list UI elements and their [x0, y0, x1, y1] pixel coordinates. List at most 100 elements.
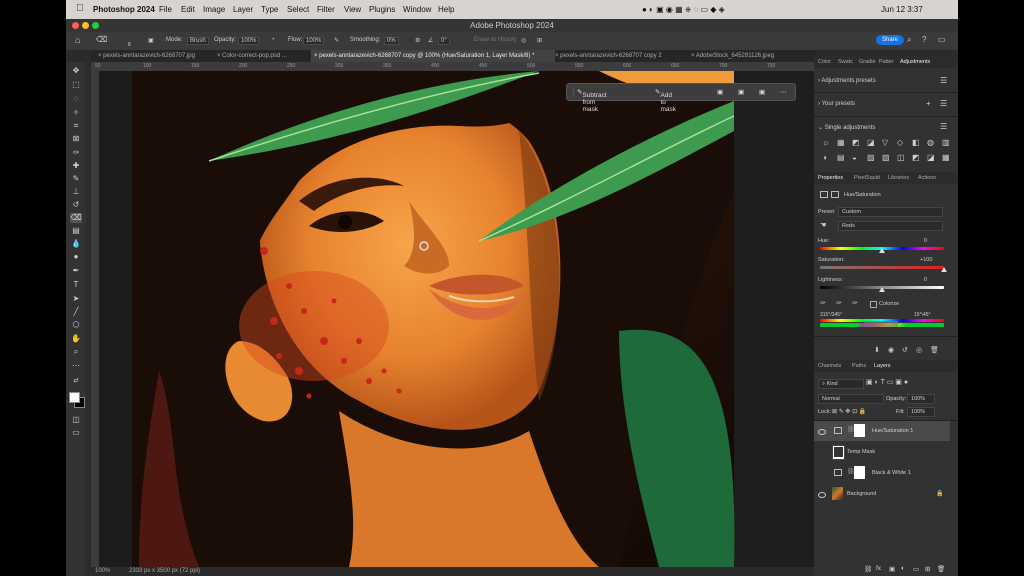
quick-select-tool-icon[interactable]: ✧ [70, 108, 82, 118]
tab-paths[interactable]: Paths [852, 363, 866, 369]
layer-mask-thumbnail[interactable] [854, 466, 865, 479]
smoothing-field[interactable]: 0% [384, 37, 399, 45]
tab-patterns[interactable]: Patter [879, 59, 894, 65]
visibility-icon[interactable]: ◎ [916, 346, 922, 354]
tab-doc-2[interactable]: × Color-correct-pop.psd ... [214, 50, 314, 62]
eyedropper-subtract-icon[interactable]: ✑ [852, 299, 858, 307]
eyedropper-icon[interactable]: ✑ [820, 299, 826, 307]
reset-icon[interactable]: ↺ [902, 346, 908, 354]
adjustments-presets-row[interactable]: › Adjustments presets [818, 78, 876, 84]
zoom-tool-icon[interactable]: ⌕ [70, 347, 82, 357]
mask-option-2-icon[interactable]: ▣ [738, 88, 744, 96]
lasso-tool-icon[interactable]: ◌ [70, 94, 82, 104]
adjustment-preset-icon[interactable]: ▨ [867, 153, 875, 162]
pressure-opacity-icon[interactable]: ◔ [271, 37, 275, 43]
list-view-icon-3[interactable]: ☰ [940, 122, 947, 131]
add-mask-icon[interactable]: ▣ [889, 565, 895, 573]
tab-color[interactable]: Color [818, 59, 831, 65]
shape-tool-icon[interactable]: ⬠ [70, 320, 82, 330]
delete-icon[interactable]: 🗑 [930, 346, 939, 354]
erase-to-history-checkbox[interactable]: Erase to History [474, 37, 517, 43]
document-size[interactable]: 2333 px x 3500 px (72 ppi) [129, 568, 200, 574]
angle-field[interactable]: 0° [438, 37, 450, 45]
more-options-icon[interactable]: ⋯ [780, 88, 787, 96]
frame-tool-icon[interactable]: ⊠ [70, 134, 82, 144]
tab-swatches[interactable]: Swatc [838, 59, 853, 65]
menu-window[interactable]: Window [403, 5, 431, 14]
adjustment-preset-icon[interactable]: ▽ [882, 138, 888, 147]
range-selector[interactable] [864, 321, 898, 327]
adjustment-preset-icon[interactable]: ▧ [882, 153, 890, 162]
apple-icon[interactable]:  [76, 3, 84, 14]
tab-actions[interactable]: Actions [918, 175, 936, 181]
move-tool-icon[interactable]: ✥ [70, 66, 82, 76]
lock-icon[interactable]: 🔒 [936, 490, 943, 497]
saturation-slider[interactable] [820, 266, 944, 269]
hand-tool-icon[interactable]: ✋ [70, 334, 82, 344]
line-tool-icon[interactable]: ╱ [70, 307, 82, 317]
foreground-color-swatch[interactable] [69, 392, 80, 403]
mask-icon[interactable] [831, 191, 839, 198]
tab-doc-5[interactable]: × AdobeStock_645281126.jpeg [688, 50, 814, 62]
adjustment-preset-icon[interactable]: ◒ [852, 153, 857, 162]
marquee-tool-icon[interactable]: ⬚ [70, 80, 82, 90]
eye-icon[interactable] [818, 492, 826, 498]
new-adjustment-icon[interactable]: ◐ [901, 565, 905, 572]
adjustment-preset-icon[interactable]: ▦ [837, 138, 845, 147]
layer-filter-icons[interactable]: ▣ ◐ T ▭ ▣ ● [866, 378, 908, 386]
colorize-checkbox[interactable] [870, 301, 877, 308]
layer-row-temp-mask[interactable]: Temp Mask [814, 442, 950, 462]
blur-tool-icon[interactable]: 💧 [70, 239, 82, 249]
tab-doc-1[interactable]: × pexels-anntarazevich-6268707.jpg [95, 50, 217, 62]
symmetry-icon[interactable]: ⊞ [537, 37, 542, 44]
layer-name[interactable]: Temp Mask [847, 449, 875, 455]
quick-mask-icon[interactable]: ◫ [70, 415, 82, 425]
adjustment-preset-icon[interactable]: ◩ [912, 153, 920, 162]
layer-row-black-white[interactable]: ⛓ Black & White 1 [814, 463, 950, 483]
fx-icon[interactable]: fx [876, 565, 881, 572]
tab-doc-3-active[interactable]: × pexels-anntarazevich-6268707 copy @ 10… [311, 50, 555, 62]
tab-libraries[interactable]: Libraries [888, 175, 909, 181]
zoom-level[interactable]: 100% [95, 568, 110, 574]
eraser-tool-preset-icon[interactable]: ⌫ [96, 35, 107, 44]
layer-fill-field[interactable]: 100% [907, 407, 935, 417]
canvas-area[interactable] [99, 71, 816, 567]
layer-name[interactable]: Black & White 1 [872, 470, 911, 476]
edit-toolbar-icon[interactable]: ⋯ [70, 361, 82, 371]
view-previous-icon[interactable]: ◉ [888, 346, 894, 354]
layer-name[interactable]: Background [847, 491, 876, 497]
gradient-tool-icon[interactable]: ▤ [70, 226, 82, 236]
mask-option-1-icon[interactable]: ▣ [717, 88, 723, 96]
menu-edit[interactable]: Edit [181, 5, 195, 14]
mode-select[interactable]: Brush [187, 37, 209, 45]
channel-dropdown[interactable]: Reds [838, 221, 943, 231]
add-preset-icon[interactable]: + [926, 99, 931, 108]
flow-field[interactable]: 100% [303, 37, 325, 45]
layer-opacity-field[interactable]: 100% [907, 394, 935, 404]
eraser-tool-icon[interactable]: ⌫ [70, 213, 82, 223]
new-group-icon[interactable]: ▭ [913, 565, 919, 573]
add-to-mask-button[interactable]: ✎ Add to mask [655, 88, 676, 113]
document-image[interactable] [99, 71, 735, 567]
adjustment-preset-icon[interactable]: ◇ [897, 138, 903, 147]
layer-filter-kind[interactable]: ⌕ Kind [818, 379, 864, 389]
adjustment-preset-icon[interactable]: ◑ [822, 153, 827, 162]
single-adjustments-row[interactable]: ⌄ Single adjustments [818, 124, 875, 131]
menu-layer[interactable]: Layer [233, 5, 253, 14]
path-select-tool-icon[interactable]: ➤ [70, 294, 82, 304]
zoom-window-button[interactable] [92, 22, 99, 29]
layer-row-hue-saturation[interactable]: ⛓ Hue/Saturation 1 [814, 421, 950, 441]
type-tool-icon[interactable]: T [70, 280, 82, 290]
menu-file[interactable]: File [159, 5, 172, 14]
adjustment-preset-icon[interactable]: ◪ [867, 138, 875, 147]
menu-view[interactable]: View [344, 5, 361, 14]
menu-filter[interactable]: Filter [317, 5, 335, 14]
brush-size-value[interactable]: 8 [128, 42, 131, 48]
tab-properties[interactable]: Properties [818, 175, 843, 181]
app-menu[interactable]: Photoshop 2024 [93, 5, 155, 14]
brush-panel-icon[interactable]: ▣ [148, 37, 154, 44]
delete-layer-icon[interactable]: 🗑 [937, 565, 945, 573]
layer-row-background[interactable]: Background 🔒 [814, 484, 950, 504]
minimize-window-button[interactable] [82, 22, 89, 29]
home-icon[interactable]: ⌂ [75, 35, 80, 45]
